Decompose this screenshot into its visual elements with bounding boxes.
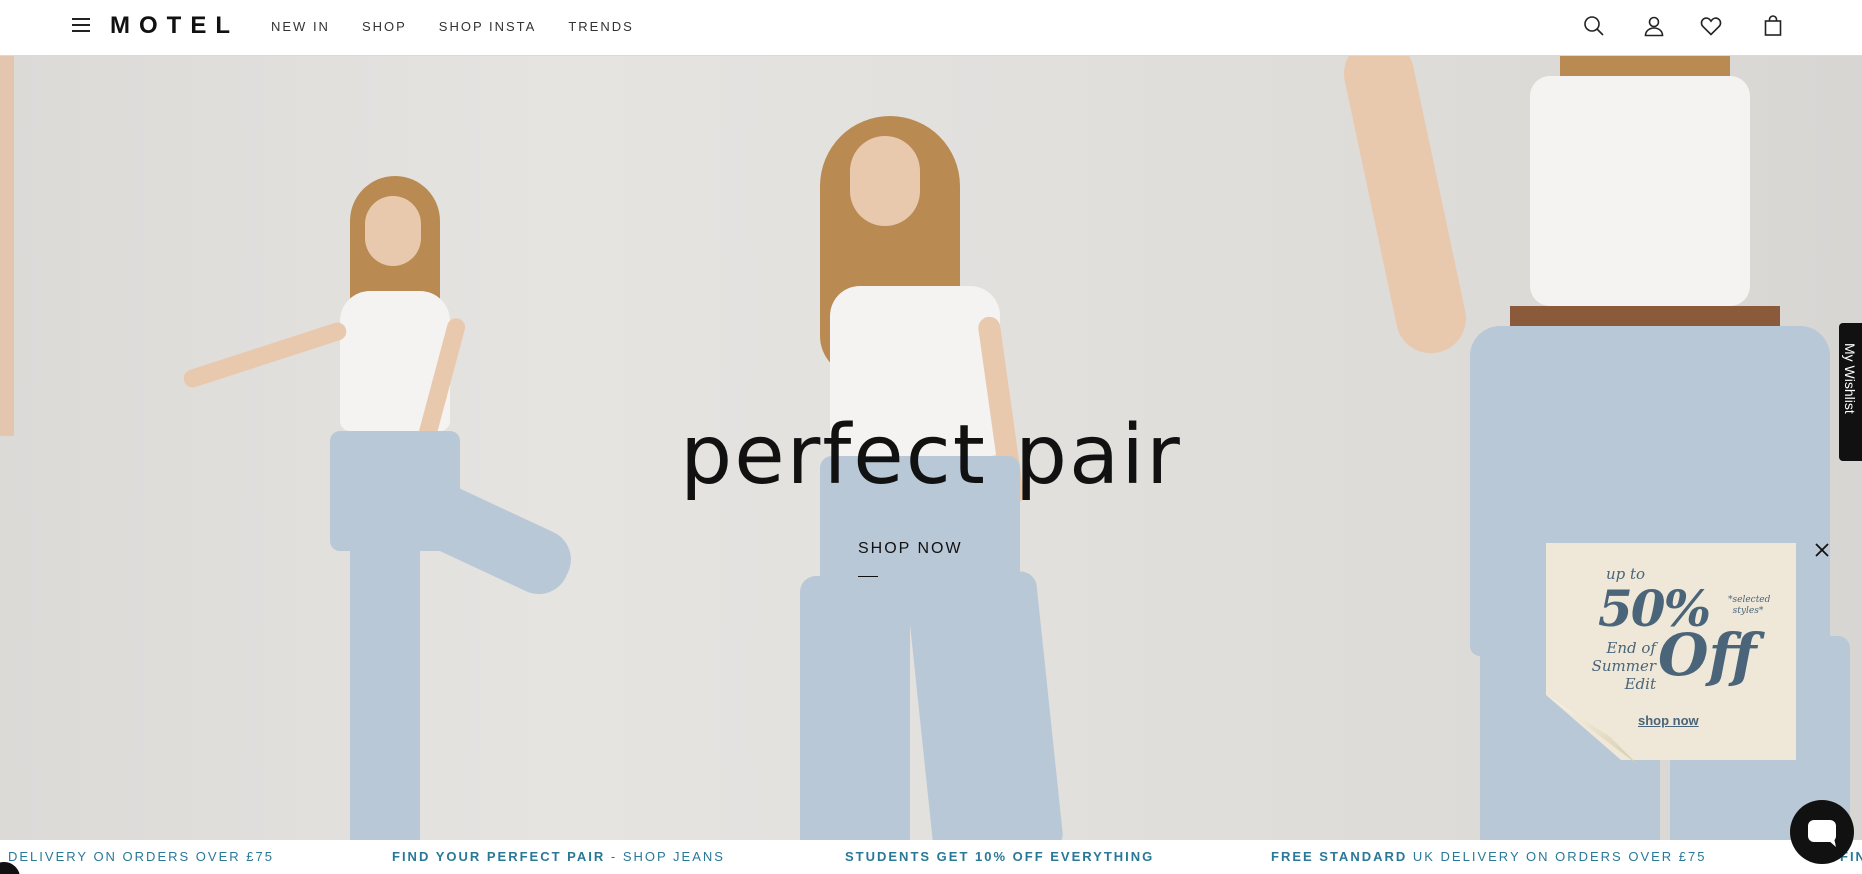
account-icon[interactable]	[1642, 14, 1666, 38]
promo-note: *selected styles*	[1728, 595, 1771, 616]
chat-icon[interactable]	[1790, 800, 1854, 864]
promo-edit-line: Summer	[1591, 657, 1656, 675]
wishlist-tab[interactable]: My Wishlist	[1839, 323, 1862, 461]
site-header: MOTEL NEW IN SHOP SHOP INSTA TRENDS	[0, 0, 1862, 56]
menu-icon[interactable]	[72, 18, 90, 32]
announcement-item[interactable]: FIND YOUR PERFECT PAIR - SHOP JEANS	[392, 849, 725, 864]
shop-now-link[interactable]: SHOP NOW	[858, 540, 963, 558]
promo-off: Off	[1658, 621, 1757, 689]
nav-shop[interactable]: SHOP	[362, 19, 407, 34]
logo[interactable]: MOTEL	[110, 12, 239, 40]
wishlist-tab-label: My Wishlist	[1842, 343, 1858, 414]
main-nav: NEW IN SHOP SHOP INSTA TRENDS	[271, 19, 634, 34]
announcement-item[interactable]: DELIVERY ON ORDERS OVER £75	[8, 849, 274, 864]
search-icon[interactable]	[1582, 14, 1606, 38]
model-image-left	[150, 176, 610, 840]
nav-trends[interactable]: TRENDS	[568, 19, 633, 34]
shop-now-underline	[858, 576, 878, 577]
announcement-item[interactable]: FREE STANDARD UK DELIVERY ON ORDERS OVER…	[1271, 849, 1706, 864]
model-image-edge	[0, 56, 14, 436]
bag-icon[interactable]	[1761, 14, 1785, 38]
promo-edit-line: Edit	[1624, 675, 1656, 693]
nav-shop-insta[interactable]: SHOP INSTA	[439, 19, 537, 34]
promo-edit: End of Summer Edit	[1586, 639, 1656, 693]
heart-icon[interactable]	[1699, 14, 1723, 38]
close-icon[interactable]	[1812, 540, 1832, 560]
announcement-bar: DELIVERY ON ORDERS OVER £75 FIND YOUR PE…	[0, 840, 1862, 874]
promo-edit-line: End of	[1606, 639, 1656, 657]
hero-headline: perfect pair	[680, 408, 1182, 503]
nav-new-in[interactable]: NEW IN	[271, 19, 330, 34]
promo-shop-now-link[interactable]: shop now	[1638, 713, 1699, 728]
announcement-item[interactable]: STUDENTS GET 10% OFF EVERYTHING	[845, 849, 1154, 864]
